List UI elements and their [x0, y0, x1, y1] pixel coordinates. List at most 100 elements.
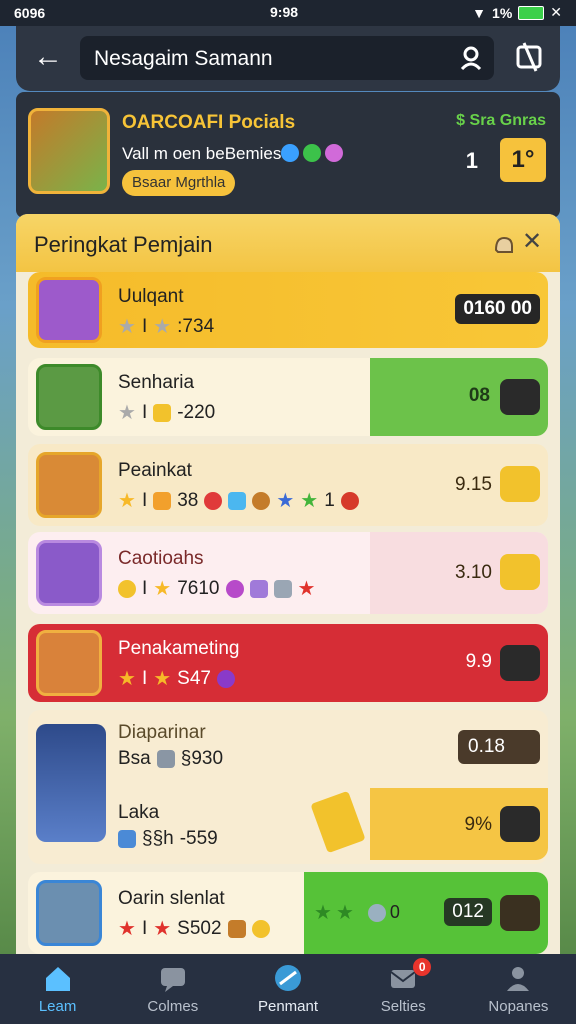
player-stats: §§h -559: [118, 828, 218, 850]
score-value: 08: [468, 385, 490, 406]
player-stats: I ★ 7610 ★: [118, 576, 315, 601]
red-star-icon: ★: [297, 578, 316, 600]
close-icon[interactable]: ✕: [520, 230, 544, 254]
bronze-gem-icon: [252, 491, 271, 510]
green-star-icon: ★: [300, 490, 319, 512]
globe-icon: [275, 965, 301, 991]
green-star-icon: ★: [314, 902, 332, 924]
puzzle-icon[interactable]: [512, 39, 548, 75]
profile-avatar[interactable]: [28, 108, 110, 194]
top-bar: ← Nesagaim Samann: [16, 26, 560, 91]
trophy-icon: [310, 790, 366, 854]
profile-name: OARCOAFI Pocials: [122, 112, 296, 133]
blue-gem-icon: [281, 144, 299, 162]
divider-text: I: [141, 667, 148, 689]
stat-value: -559: [179, 828, 218, 849]
coin-icon: [118, 579, 136, 598]
divider-text: I: [141, 917, 148, 939]
currency-label: $ Sra Gnras: [456, 112, 546, 129]
player-name: Penakameting: [118, 638, 240, 659]
nav-label: Selties: [380, 998, 426, 1015]
trophy-button[interactable]: [500, 554, 540, 590]
stat-value: :734: [177, 315, 215, 337]
level-label: 1: [465, 148, 478, 173]
nav-item-selties[interactable]: 0 Selties: [346, 954, 461, 1024]
stat-label: Bsa: [118, 748, 151, 769]
stat-label: §§h: [142, 828, 174, 849]
nav-item-colmes[interactable]: Colmes: [115, 954, 230, 1024]
coin-icon: [251, 919, 270, 938]
red-star-icon: ★: [153, 918, 172, 940]
carrier-text: 6096: [14, 5, 46, 21]
player-name: Diaparinar: [118, 722, 206, 743]
star-icon: ★: [118, 668, 136, 690]
table-row[interactable]: Uulqant ★ I ★ :734 0160 00: [28, 272, 548, 348]
green-gem-icon: [303, 144, 321, 162]
gray-orb-icon: [367, 903, 386, 922]
search-input[interactable]: Nesagaim Samann: [94, 47, 273, 71]
table-row-group: Diaparinar Bsa §930 0.18 Laka §§h -559 9…: [28, 710, 548, 864]
stat-value: 38: [177, 489, 199, 511]
divider-text: I: [141, 489, 148, 511]
trophy-button[interactable]: [500, 379, 540, 415]
trophy-button[interactable]: [500, 466, 540, 502]
battery-icon: [518, 5, 545, 20]
chat-icon: [160, 968, 185, 992]
star-icon: ★: [118, 402, 136, 424]
table-row[interactable]: Oarin slenlat ★ I ★ S502 ★ ★ 0 012: [28, 872, 548, 954]
score-badge[interactable]: 0.18: [458, 730, 540, 764]
stat-value: S502: [177, 917, 222, 939]
table-row[interactable]: Caotioahs I ★ 7610 ★ 3.10: [28, 532, 548, 614]
trophy-button[interactable]: [500, 895, 540, 931]
purple-gem-icon: [325, 144, 343, 162]
notification-badge: 0: [413, 958, 432, 976]
clock: 9:98: [270, 4, 299, 20]
nav-item-penmant[interactable]: Penmant: [230, 954, 345, 1024]
leaderboard-title: Peringkat Pemjain: [34, 232, 213, 257]
player-avatar: [36, 277, 102, 343]
nav-label: Leam: [38, 998, 77, 1015]
star-icon: ★: [153, 578, 172, 600]
nav-item-leam[interactable]: Leam: [0, 954, 115, 1024]
player-stats: ★ I ★ S502: [118, 916, 270, 941]
profile-icon: [507, 967, 530, 991]
profile-subtitle: Vall m oen beBemies: [122, 144, 282, 163]
nav-item-nopanes[interactable]: Nopanes: [461, 954, 576, 1024]
divider-text: I: [142, 577, 148, 599]
player-avatar: [36, 452, 102, 518]
red-gem-icon: [204, 491, 223, 510]
player-name: Oarin slenlat: [118, 888, 225, 909]
table-row[interactable]: Senharia ★ I -220 08: [28, 358, 548, 436]
nav-label: Colmes: [147, 998, 199, 1015]
trophy-button[interactable]: [500, 806, 540, 842]
gem-row: [281, 144, 343, 162]
table-row[interactable]: Penakameting ★ I ★ S47 9.9: [28, 624, 548, 702]
blue-box-icon: [118, 830, 136, 848]
battery-percent: 1%: [492, 4, 513, 21]
nav-label: Nopanes: [488, 998, 549, 1015]
back-button[interactable]: ←: [30, 40, 66, 76]
star-icon: ★: [153, 668, 172, 690]
star-icon: ★: [118, 490, 136, 512]
trophy-button[interactable]: [500, 645, 540, 681]
blue-gem-icon: [228, 491, 247, 510]
player-avatar: [36, 630, 102, 696]
table-row[interactable]: Peainkat ★ I 38 ★ ★ 1 9.15: [28, 444, 548, 526]
score-value: 3.10: [455, 562, 492, 583]
player-stats: ★ I ★ S47: [118, 666, 235, 691]
profile-badge[interactable]: Bsaar Mgrthla: [122, 170, 236, 196]
hand-icon[interactable]: [492, 232, 516, 256]
red-orb-icon: [340, 491, 359, 510]
player-avatar: [36, 364, 102, 430]
score-badge: 0160 00: [455, 294, 540, 324]
search-icon[interactable]: [458, 45, 484, 71]
stat-extra: 0: [389, 902, 400, 922]
gray-gem-icon: [156, 750, 175, 768]
player-stats: Bsa §930: [118, 748, 223, 770]
leaderboard-header: Peringkat Pemjain ✕: [16, 214, 560, 272]
search-field[interactable]: Nesagaim Samann: [80, 36, 494, 80]
bottom-nav: Leam Colmes Penmant 0 Selties Nopanes: [0, 954, 576, 1024]
level-button[interactable]: 1°: [500, 138, 546, 182]
player-avatar-large: [36, 724, 106, 842]
gray-gem-icon: [273, 579, 292, 598]
